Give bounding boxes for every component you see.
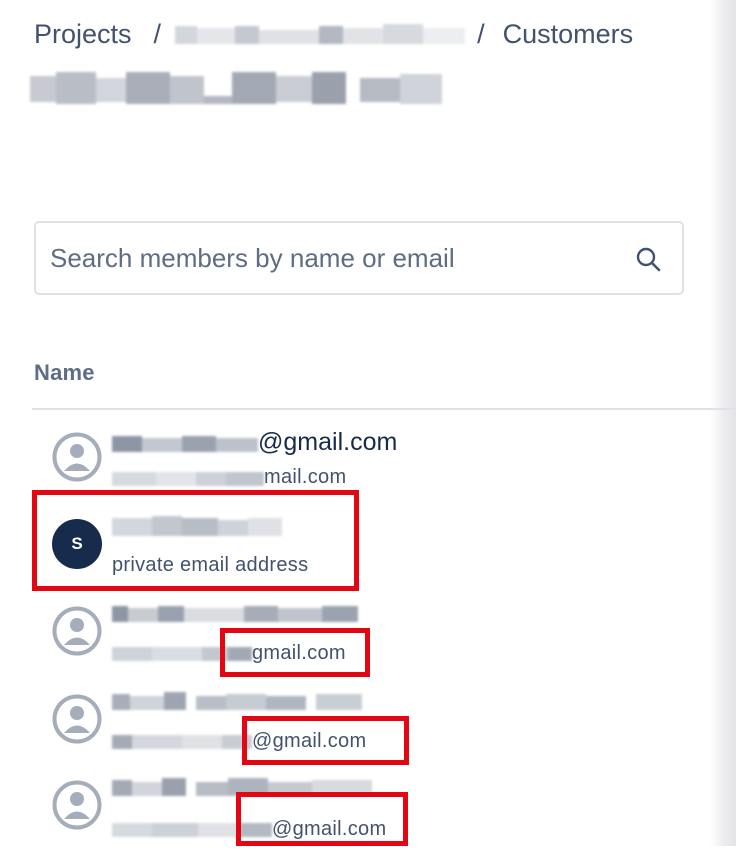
highlight-box [220,628,370,677]
person-icon [52,432,102,482]
breadcrumb-separator: / [153,18,162,49]
member-name-redacted [112,690,362,714]
member-name-redacted [112,602,358,626]
search-box [34,221,684,295]
member-email: mail.com [112,466,346,489]
search-input[interactable] [50,223,610,293]
person-icon [52,694,102,744]
breadcrumb-project-redacted[interactable] [175,20,466,48]
right-edge-shade [710,0,736,846]
search-icon[interactable] [634,245,662,273]
breadcrumb-customers-link[interactable]: Customers [503,19,634,50]
highlight-box [236,792,408,846]
page-title-redacted [30,66,442,110]
highlight-box [242,716,409,765]
highlight-box [32,490,359,591]
breadcrumb-separator: / [477,18,485,49]
member-name: @gmail.com [112,428,397,457]
person-icon [52,780,102,830]
breadcrumb-projects-link[interactable]: Projects [34,19,132,50]
column-header-name[interactable]: Name [34,360,95,386]
person-icon [52,606,102,656]
header-divider [32,408,736,410]
breadcrumb: Projects / / Customers [34,16,633,52]
